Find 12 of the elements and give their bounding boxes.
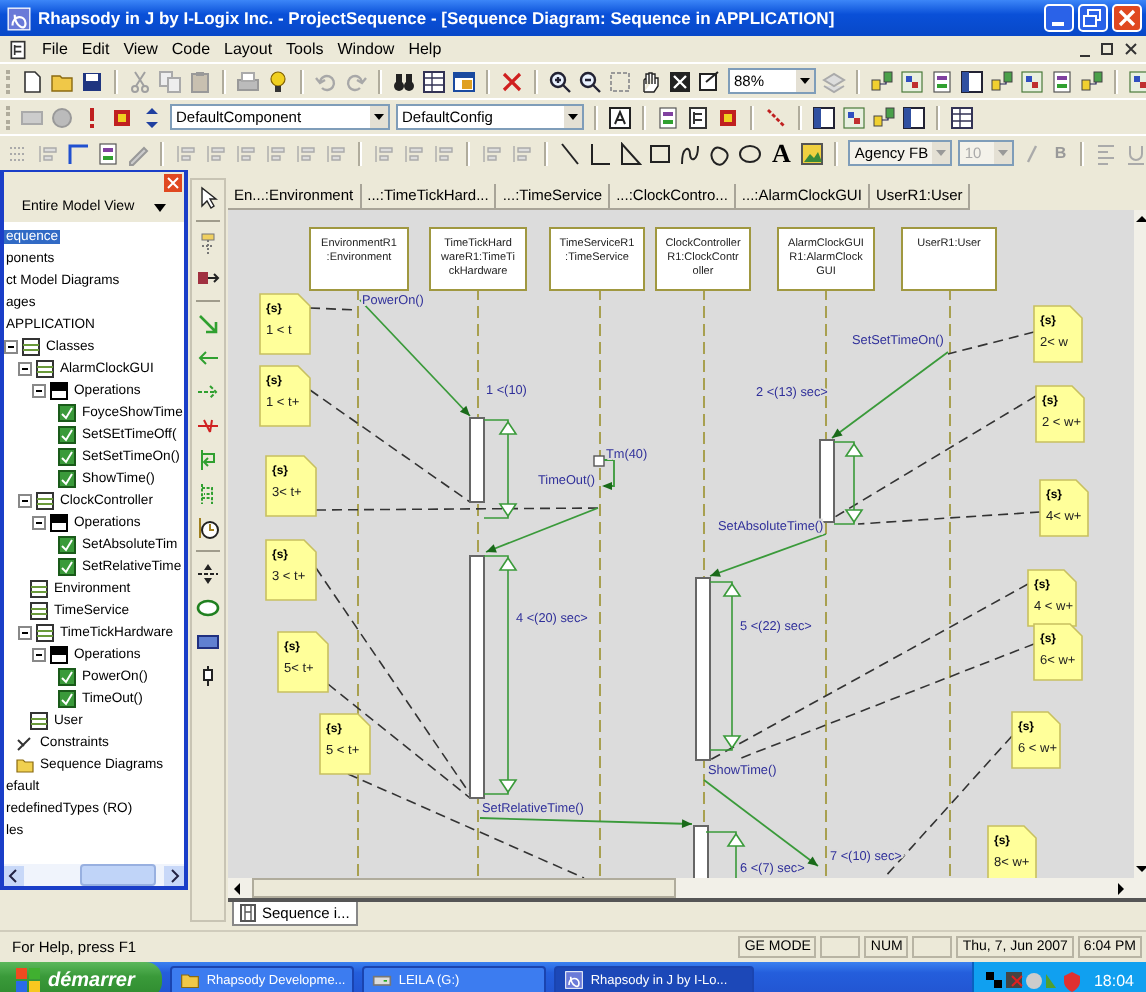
- text-tool-button[interactable]: A: [768, 140, 795, 166]
- menu-item[interactable]: Window: [337, 40, 395, 58]
- menu-item[interactable]: Help: [408, 40, 442, 58]
- start-button[interactable]: démarrer: [0, 962, 163, 992]
- menu-item[interactable]: View: [123, 40, 158, 58]
- window-title: Rhapsody in J by I-Logix Inc. - ProjectSequence - [Sequence Diagram: Sequence in APPLICATION]: [38, 8, 835, 28]
- menu-item[interactable]: Layout: [224, 40, 273, 58]
- clock: 18:04: [1093, 971, 1134, 989]
- menu-item[interactable]: Tools: [286, 40, 324, 58]
- menu-item[interactable]: Edit: [81, 40, 110, 58]
- menu-item[interactable]: File: [42, 40, 68, 58]
- menu-item[interactable]: Code: [171, 40, 211, 58]
